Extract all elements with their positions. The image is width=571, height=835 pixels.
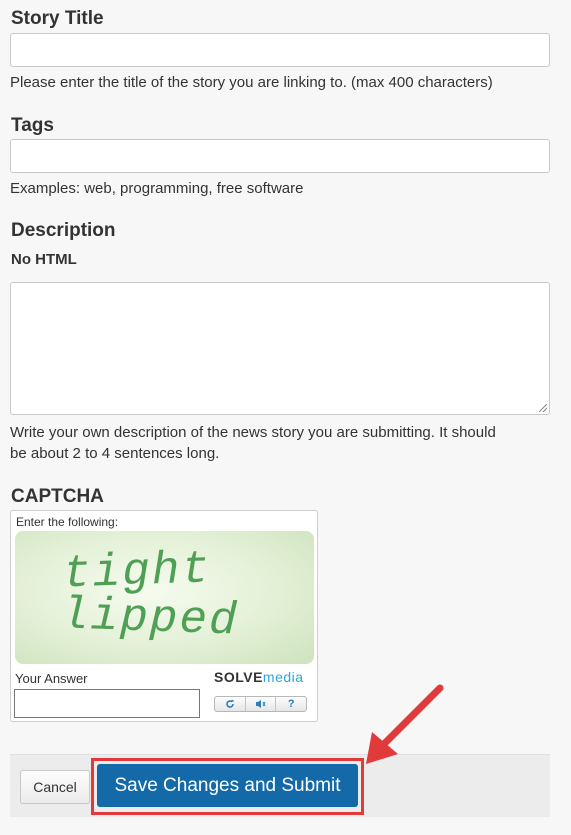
story-title-help: Please enter the title of the story you … <box>10 74 493 91</box>
save-changes-and-submit-button[interactable]: Save Changes and Submit <box>97 764 358 807</box>
resize-handle-icon[interactable] <box>539 404 547 412</box>
description-heading: Description <box>11 220 116 241</box>
captcha-instruction: Enter the following: <box>16 515 119 529</box>
solve-media-logo: SOLVEmedia <box>214 669 304 685</box>
help-icon[interactable]: ? <box>276 697 306 711</box>
captcha-answer-input[interactable] <box>14 689 200 718</box>
cancel-button[interactable]: Cancel <box>20 770 90 804</box>
captcha-controls: ? <box>214 696 307 712</box>
story-title-input[interactable] <box>10 33 550 67</box>
captcha-widget: Enter the following: tight lipped Your A… <box>10 510 318 722</box>
submit-story-form: Story Title Please enter the title of th… <box>0 0 571 835</box>
description-help-line-1: Write your own description of the news s… <box>10 424 496 441</box>
tags-heading: Tags <box>11 115 54 136</box>
story-title-heading: Story Title <box>11 8 104 29</box>
captcha-heading: CAPTCHA <box>11 486 104 507</box>
audio-icon[interactable] <box>246 697 277 711</box>
captcha-word-2: lipped <box>60 589 240 648</box>
description-no-html-note: No HTML <box>11 251 77 268</box>
captcha-answer-label: Your Answer <box>15 671 88 686</box>
annotation-arrow-icon <box>366 684 444 764</box>
tags-input[interactable] <box>10 139 550 173</box>
tags-help: Examples: web, programming, free softwar… <box>10 180 304 197</box>
description-textarea[interactable] <box>10 282 550 415</box>
description-help-line-2: be about 2 to 4 sentences long. <box>10 445 220 462</box>
captcha-challenge-image: tight lipped <box>15 531 314 664</box>
refresh-icon[interactable] <box>215 697 246 711</box>
